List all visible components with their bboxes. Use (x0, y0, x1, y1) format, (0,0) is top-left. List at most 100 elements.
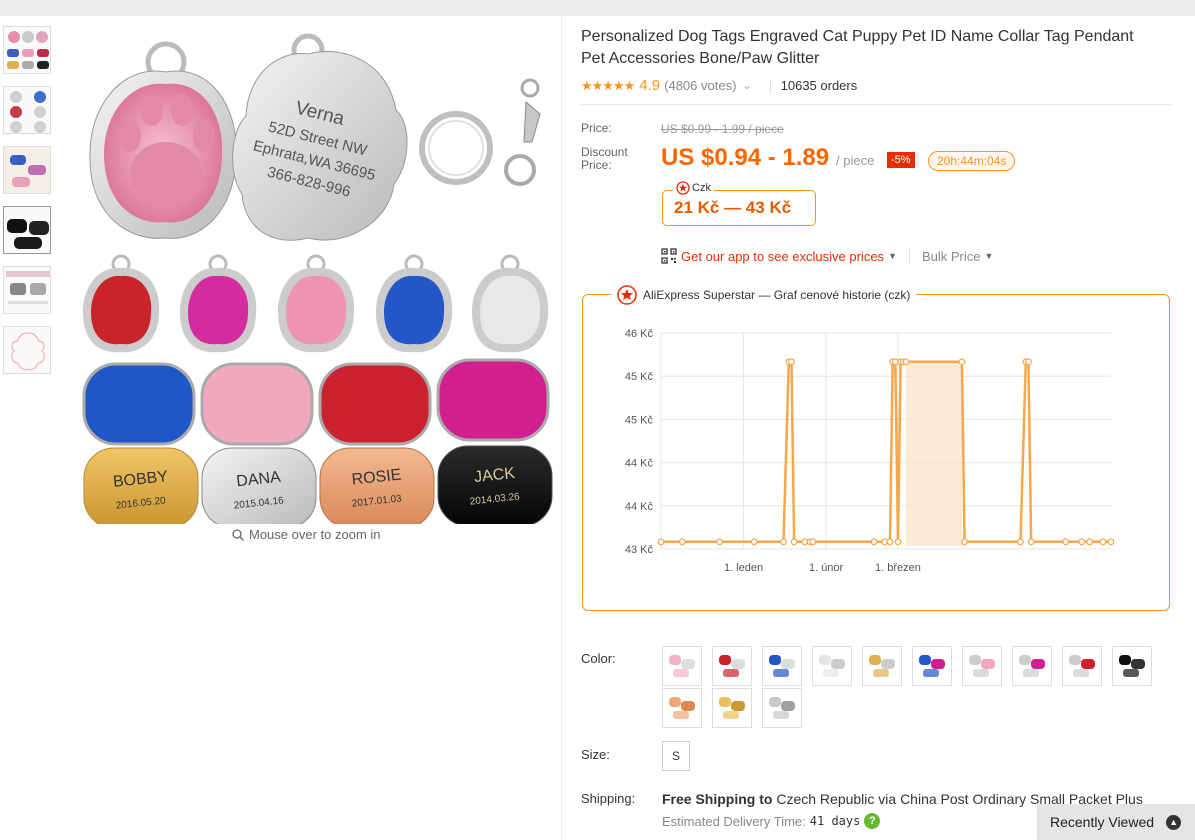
top-strip (0, 0, 1195, 16)
color-swatch[interactable] (962, 646, 1002, 686)
price-point (678, 538, 686, 546)
thumbnail-list (3, 26, 53, 386)
thumbnail-6[interactable] (3, 326, 51, 374)
color-swatch[interactable] (712, 646, 752, 686)
price-point (1099, 538, 1107, 546)
highlight-band (905, 361, 962, 546)
discount-price: US $0.94 - 1.89 (661, 144, 830, 171)
delivery-info: Estimated Delivery Time: 41 days ? (662, 813, 881, 829)
y-tick-label: 43 Kč (625, 544, 654, 556)
thumbnail-2[interactable] (3, 86, 51, 134)
color-swatch[interactable] (762, 688, 802, 728)
price-point (1025, 358, 1032, 366)
discount-label-line2: Price: (581, 158, 612, 172)
votes-count[interactable]: (4806 votes) (664, 78, 736, 93)
price-point (961, 538, 968, 546)
color-swatch[interactable] (912, 646, 952, 686)
price-point (1078, 538, 1086, 546)
color-swatch[interactable] (1112, 646, 1152, 686)
price-point (886, 538, 894, 546)
x-tick-label: 1. leden (724, 562, 763, 574)
discount-price-label: Discount Price: (581, 146, 628, 172)
chevron-up-icon: ▲ (1166, 814, 1182, 830)
y-tick-label: 45 Kč (625, 371, 654, 383)
divider (908, 249, 910, 263)
price-point (870, 538, 878, 546)
app-exclusive-link[interactable]: Get our app to see exclusive prices (681, 249, 884, 264)
thumbnail-1[interactable] (3, 26, 51, 74)
zoom-hint: Mouse over to zoom in (232, 527, 381, 542)
magnifier-icon (232, 528, 244, 541)
y-tick-label: 44 Kč (625, 501, 654, 513)
y-tick-label: 46 Kč (625, 328, 654, 340)
delivery-label: Estimated Delivery Time: (662, 813, 806, 829)
price-series-line (661, 360, 1111, 544)
main-product-image[interactable]: Verna 52D Street NW Ephrata,WA 36695 366… (78, 24, 556, 529)
size-option-s[interactable]: S (662, 741, 690, 771)
divider (581, 104, 1171, 105)
rating-value: 4.9 (639, 77, 661, 94)
bulk-price-link[interactable]: Bulk Price (922, 249, 981, 264)
thumbnail-5[interactable] (3, 266, 51, 314)
price-point (780, 538, 787, 546)
price-point (1062, 538, 1070, 546)
y-tick-label: 45 Kč (625, 414, 654, 426)
thumbnail-4[interactable] (3, 206, 51, 254)
color-label: Color: (581, 651, 616, 666)
price-history-chart: AliExpress Superstar — Graf cenové histo… (582, 285, 1170, 611)
orders-count: 10635 orders (780, 78, 858, 93)
price-point (716, 538, 723, 546)
color-swatch[interactable] (812, 646, 852, 686)
app-price-row: Get our app to see exclusive prices ▼ Bu… (661, 248, 993, 264)
color-swatch[interactable] (1012, 646, 1052, 686)
price-point (790, 538, 798, 546)
color-swatch[interactable] (662, 688, 702, 728)
x-tick-label: 1. březen (875, 562, 921, 574)
star-badge-icon (676, 181, 690, 195)
paw-tag-row (83, 254, 549, 353)
color-swatch[interactable] (712, 688, 752, 728)
engraved-silver-tag: Verna 52D Street NW Ephrata,WA 36695 366… (232, 33, 408, 241)
caret-down-icon[interactable]: ▼ (888, 251, 897, 261)
chevron-down-icon[interactable]: ⌄ (742, 79, 751, 92)
thumbnail-3[interactable] (3, 146, 51, 194)
color-swatch[interactable] (862, 646, 902, 686)
size-label: Size: (581, 747, 610, 762)
caret-down-icon[interactable]: ▼ (985, 251, 994, 261)
per-piece: / piece (836, 153, 875, 168)
divider (769, 78, 771, 93)
price-point (902, 358, 910, 366)
price-point (958, 358, 966, 366)
color-swatch[interactable] (762, 646, 802, 686)
glitter-bone-row (82, 358, 550, 446)
product-title: Personalized Dog Tags Engraved Cat Puppy… (581, 28, 1134, 67)
x-tick-label: 1. únor (809, 562, 844, 574)
price-point (1086, 538, 1094, 546)
czk-price-value: 21 Kč — 43 Kč (674, 198, 792, 217)
price-point (809, 538, 817, 546)
price-point (657, 538, 665, 546)
price-point (1107, 538, 1115, 546)
price-point (1017, 538, 1024, 546)
price-point (788, 358, 795, 366)
price-point (750, 538, 758, 546)
key-ring (419, 78, 541, 186)
help-icon[interactable]: ? (864, 813, 881, 829)
shipping-label: Shipping: (581, 791, 636, 806)
price-point (894, 538, 902, 546)
product-page: Verna 52D Street NW Ephrata,WA 36695 366… (0, 16, 1195, 840)
rating-row: ★★★★★ 4.9 (4806 votes) ⌄ 10635 orders (581, 77, 857, 94)
y-tick-label: 44 Kč (625, 458, 654, 470)
price-point (1027, 538, 1035, 546)
countdown-timer: 20h:44m:04s (928, 151, 1016, 171)
color-swatch[interactable] (1062, 646, 1102, 686)
zoom-hint-text: Mouse over to zoom in (249, 527, 381, 542)
recently-viewed-label: Recently Viewed (1050, 814, 1155, 830)
free-shipping-text: Free Shipping to (662, 791, 773, 807)
price-label: Price: (581, 121, 612, 135)
czk-label: Czk (673, 181, 714, 195)
czk-label-text: Czk (692, 182, 711, 194)
color-swatch[interactable] (662, 646, 702, 686)
recently-viewed-button[interactable]: Recently Viewed ▲ (1037, 804, 1195, 840)
chart-plot: 46 Kč 45 Kč 45 Kč 44 Kč 44 Kč 43 Kč 1. leden 1.… (625, 328, 1115, 574)
